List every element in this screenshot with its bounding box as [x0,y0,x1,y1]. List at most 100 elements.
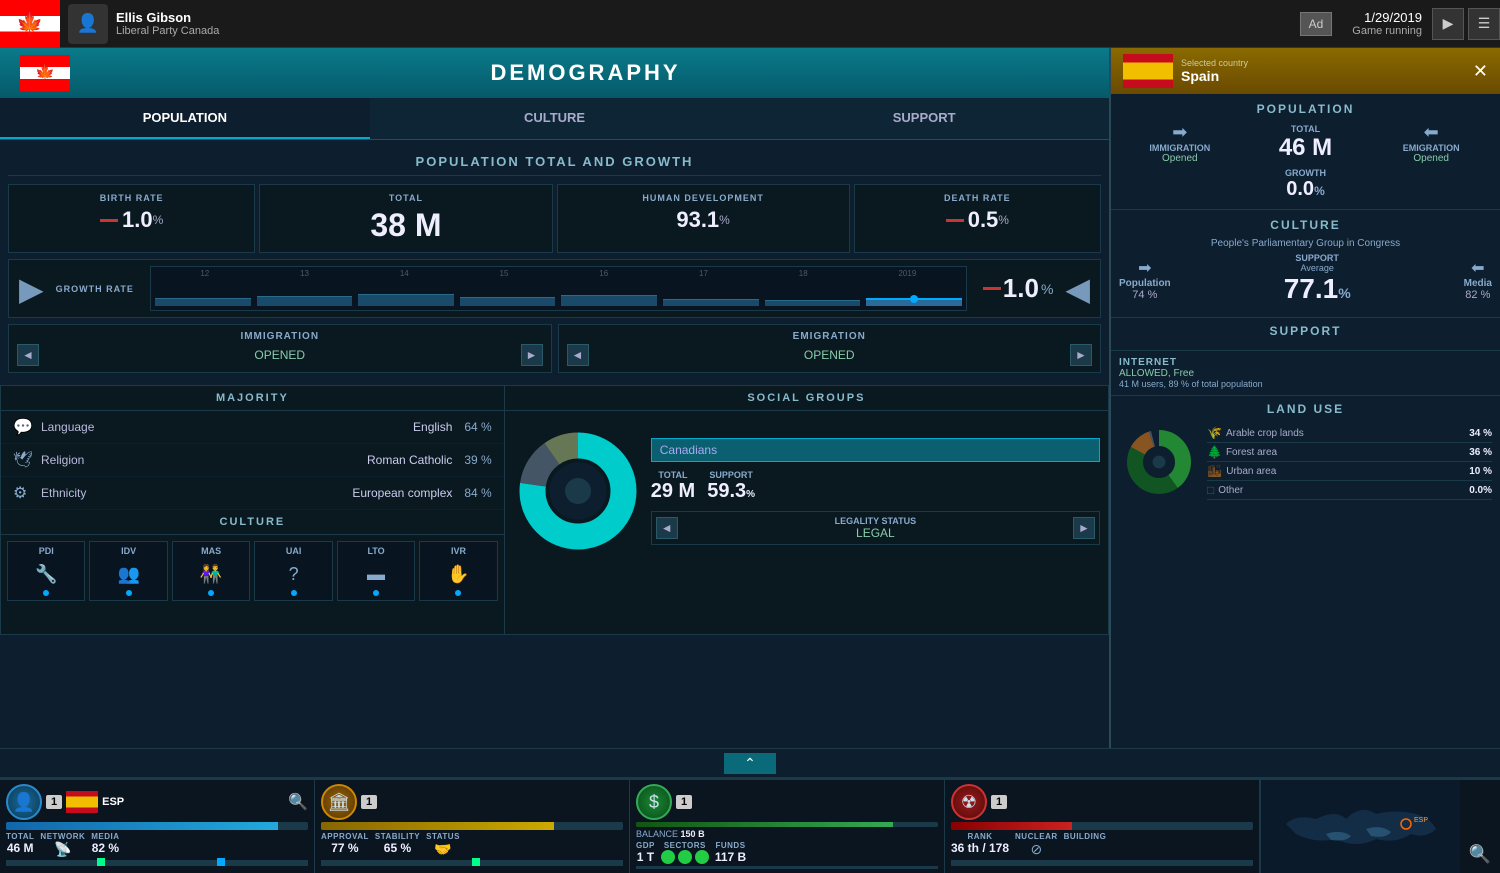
military-sub-progress [951,860,1253,866]
right-pop-total: TOTAL 46 M [1245,124,1367,162]
death-rate-stat: DEATH RATE 0.5 % [854,184,1101,253]
status-bar: 👤 1 ESP 🔍 TOTAL 46 M NETWORK 📡 MEDIA 82 … [0,778,1500,873]
economy-status-icon: $ [636,784,672,820]
player-info: Ellis Gibson Liberal Party Canada [116,10,1300,37]
culture-pdi: PDI 🔧 [7,541,85,601]
military-status-icon: ☢ [951,784,987,820]
right-emigration: ⬅ EMIGRATION Opened [1370,122,1492,164]
status-block-pop-header: 👤 1 ESP 🔍 [6,784,308,820]
canada-flag: 🍁 [0,0,60,48]
player-party: Liberal Party Canada [116,25,1300,37]
rank-stat: RANK 36 th / 178 [951,832,1009,858]
economy-progress-bar [636,822,938,827]
mas-icon: 👫 [175,560,247,588]
play-button[interactable]: ▶ [1432,8,1464,40]
legality-next-btn[interactable]: ► [1073,517,1095,539]
tab-support[interactable]: SUPPORT [739,98,1109,139]
funds-stat: FUNDS 117 B [715,841,746,864]
land-forest: 🌲 Forest area 36 % [1207,443,1492,462]
total-value: 38 M [268,207,543,244]
collapse-button[interactable]: ⌃ [724,753,776,774]
nuclear-icon: ⊘ [1015,841,1058,858]
social-total-stat: TOTAL 29 M [651,470,695,503]
military-stats: RANK 36 th / 178 NUCLEAR ⊘ BUILDING [951,832,1253,858]
economy-sub-progress [636,866,938,869]
status-block-population: 👤 1 ESP 🔍 TOTAL 46 M NETWORK 📡 MEDIA 82 … [0,780,315,873]
land-legend: 🌾 Arable crop lands 34 % 🌲 Forest area 3… [1207,424,1492,500]
ivr-icon: ✋ [422,560,494,588]
status-block-economy: $ 1 BALANCE 150 B GDP 1 T SECTORS [630,780,945,873]
social-group-name: Canadians [651,438,1100,462]
majority-row-ethnicity: ⚙ Ethnicity European complex 84 % [1,477,504,510]
collapse-bar: ⌃ [0,748,1500,778]
land-other: □ Other 0.0% [1207,481,1492,500]
emigration-arrow-icon: ⬅ [1370,122,1492,143]
land-donut-chart [1119,422,1199,502]
bottom-section: MAJORITY 💬 Language English 64 % 🕊 Relig… [0,385,1109,635]
language-icon: 💬 [13,417,33,437]
pop-total-stat: TOTAL 46 M [6,832,34,858]
urban-icon: 🏙 [1207,464,1222,478]
top-bar: 🍁 👤 Ellis Gibson Liberal Party Canada Ad… [0,0,1500,48]
economy-stats: GDP 1 T SECTORS FUNDS 117 B [636,841,938,864]
pdi-icon: 🔧 [10,560,82,588]
legality-row: ◄ LEGALITY STATUS LEGAL ► [651,511,1100,545]
balance-row: BALANCE 150 B [636,829,938,839]
pop-progress-fill [6,822,278,830]
legality-prev-btn[interactable]: ◄ [656,517,678,539]
spain-flag [1123,54,1173,88]
status-block-military: ☢ 1 RANK 36 th / 178 NUCLEAR ⊘ BUILDING [945,780,1260,873]
pop-stats: TOTAL 46 M NETWORK 📡 MEDIA 82 % [6,832,308,858]
pop-media-stat: MEDIA 82 % [91,832,119,858]
tab-population[interactable]: POPULATION [0,98,370,139]
approval-sub-progress [321,860,623,866]
emigration-prev-btn[interactable]: ◄ [567,344,589,366]
right-support-section: SUPPORT [1111,318,1500,351]
player-avatar: 👤 [68,4,108,44]
menu-button[interactable]: ☰ [1468,8,1500,40]
ad-button[interactable]: Ad [1300,12,1333,36]
population-search-icon[interactable]: 🔍 [288,792,308,812]
majority-row-religion: 🕊 Religion Roman Catholic 39 % [1,444,504,477]
culture-ivr: IVR ✋ [419,541,497,601]
approval-header: 🏛 1 [321,784,623,820]
demography-header: 🍁 DEMOGRAPHY [0,48,1109,98]
donut-area: Canadians TOTAL 29 M SUPPORT 59.3% [505,411,1108,571]
military-progress-bar [951,822,1253,830]
status-handshake-icon: 🤝 [426,841,460,858]
military-progress-fill [951,822,1072,830]
right-population-section: POPULATION ➡ IMMIGRATION Opened TOTAL 46… [1111,94,1500,210]
global-search-btn[interactable]: 🔍 [1460,780,1500,873]
pop-progress-bar [6,822,308,830]
building-stat: BUILDING [1064,832,1107,858]
game-status: Game running [1352,25,1422,37]
approval-progress-fill [321,822,554,830]
population-status-icon: 👤 [6,784,42,820]
legality-status: LEGAL [835,526,917,540]
pop-arrow-icon: ➡ [1119,258,1171,278]
uai-icon: ? [257,560,329,588]
internet-info: INTERNET ALLOWED, Free 41 M users, 89 % … [1119,357,1263,389]
close-button[interactable]: ✕ [1473,61,1488,82]
immigration-next-btn[interactable]: ► [521,344,543,366]
collapse-icon: ⌃ [744,755,756,771]
left-panel: 🍁 DEMOGRAPHY POPULATION CULTURE SUPPORT … [0,48,1110,748]
emigration-next-btn[interactable]: ► [1070,344,1092,366]
ethnicity-icon: ⚙ [13,483,33,503]
game-time: 1/29/2019 Game running [1352,10,1422,37]
emigration-box: EMIGRATION ◄ OPENED ► [558,324,1102,373]
birth-rate-stat: BIRTH RATE 1.0 % [8,184,255,253]
arable-icon: 🌾 [1207,426,1222,440]
land-urban: 🏙 Urban area 10 % [1207,462,1492,481]
immigration-arrow-icon: ➡ [1119,122,1241,143]
immigration-prev-btn[interactable]: ◄ [17,344,39,366]
immigration-status: OPENED [254,348,305,362]
social-support-stat: SUPPORT 59.3% [707,470,755,503]
tab-culture[interactable]: CULTURE [370,98,740,139]
approval-stat: APPROVAL 77 % [321,832,369,858]
sector-dot-1 [661,850,675,864]
social-groups-box: SOCIAL GROUPS Canadians [504,385,1109,635]
lto-icon: ▬ [340,560,412,588]
right-panel: Selected country Spain ✕ POPULATION ➡ IM… [1110,48,1500,748]
right-panel-header: Selected country Spain ✕ [1111,48,1500,94]
